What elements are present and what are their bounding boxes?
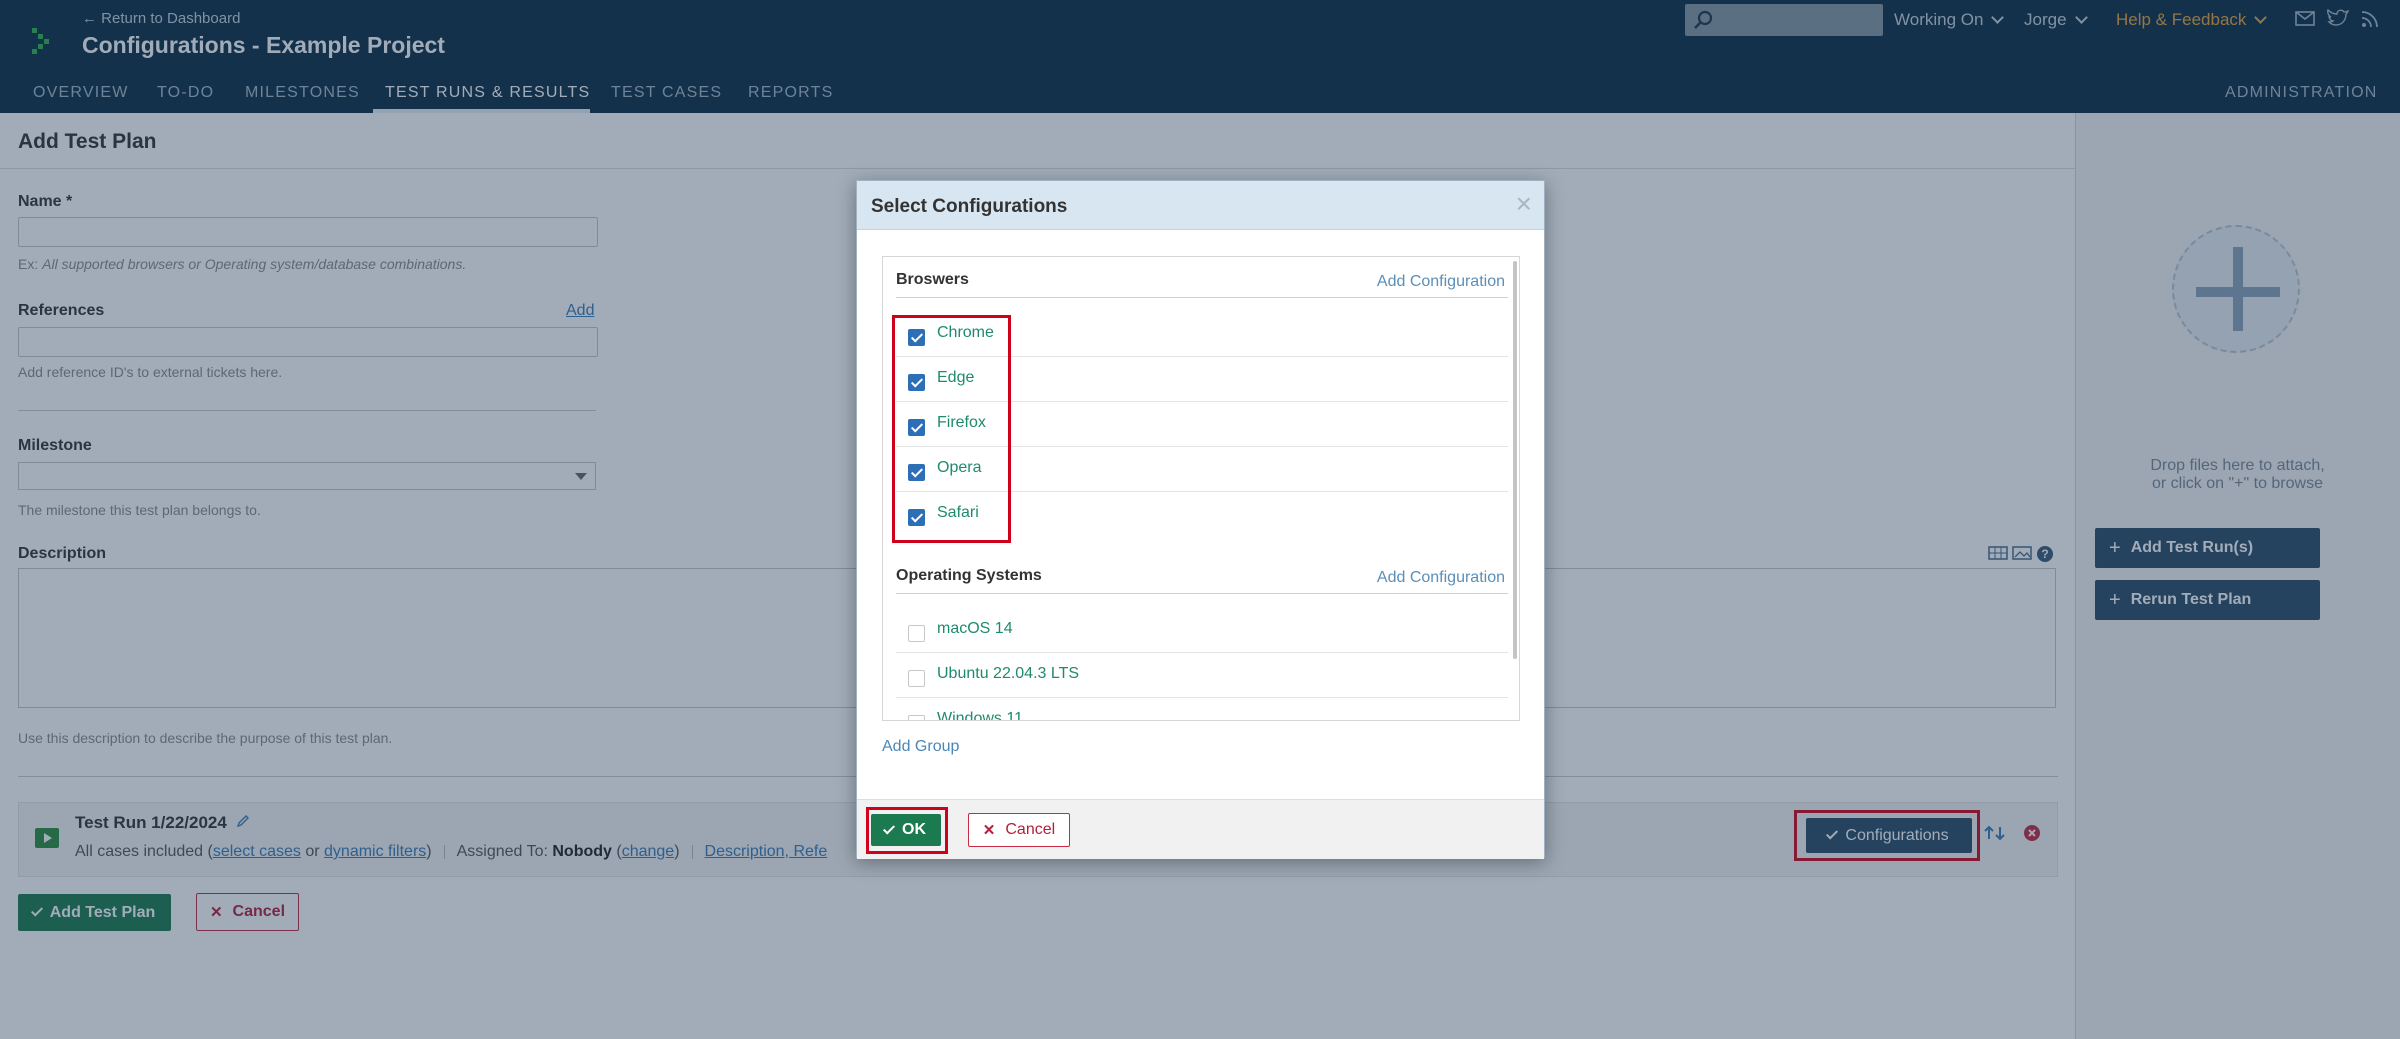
config-item-opera[interactable]: Opera: [896, 447, 1508, 492]
config-label[interactable]: Chrome: [937, 324, 994, 342]
config-item-macos-14[interactable]: macOS 14: [896, 608, 1508, 653]
dialog-footer: OK ✕ Cancel: [857, 799, 1544, 859]
checkbox[interactable]: [908, 419, 925, 436]
checkbox[interactable]: [908, 464, 925, 481]
config-item-safari[interactable]: Safari: [896, 492, 1508, 537]
config-label[interactable]: Windows 11: [937, 710, 1023, 720]
checkbox[interactable]: [908, 509, 925, 526]
checkbox[interactable]: [908, 374, 925, 391]
config-label[interactable]: Firefox: [937, 414, 986, 432]
add-configuration-browsers-link[interactable]: Add Configuration: [1377, 273, 1505, 291]
config-label[interactable]: macOS 14: [937, 620, 1013, 638]
config-item-firefox[interactable]: Firefox: [896, 402, 1508, 447]
scrollbar[interactable]: [1513, 261, 1517, 659]
select-configurations-dialog: Select Configurations × Broswers Add Con…: [856, 180, 1545, 859]
checkbox[interactable]: [908, 715, 925, 720]
config-label[interactable]: Ubuntu 22.04.3 LTS: [937, 665, 1079, 683]
add-configuration-os-link[interactable]: Add Configuration: [1377, 569, 1505, 587]
divider: [896, 297, 1508, 298]
config-item-chrome[interactable]: Chrome: [896, 312, 1508, 357]
group-title-browsers: Broswers: [896, 271, 969, 288]
dialog-cancel-button[interactable]: ✕ Cancel: [968, 813, 1070, 847]
config-label[interactable]: Edge: [937, 369, 974, 387]
check-icon: [882, 821, 896, 835]
checkbox[interactable]: [908, 329, 925, 346]
add-group-link[interactable]: Add Group: [882, 738, 959, 756]
config-label[interactable]: Opera: [937, 459, 981, 477]
dialog-title: Select Configurations: [871, 196, 1068, 217]
group-title-operating-systems: Operating Systems: [896, 567, 1042, 584]
close-icon[interactable]: ×: [1516, 190, 1532, 218]
divider: [896, 593, 1508, 594]
config-item-edge[interactable]: Edge: [896, 357, 1508, 402]
config-item-windows-11[interactable]: Windows 11: [896, 698, 1508, 720]
ok-label: OK: [902, 821, 926, 838]
dialog-header: Select Configurations ×: [857, 181, 1544, 230]
checkbox[interactable]: [908, 625, 925, 642]
dialog-cancel-label: Cancel: [1005, 821, 1056, 838]
config-item-ubuntu[interactable]: Ubuntu 22.04.3 LTS: [896, 653, 1508, 698]
checkbox[interactable]: [908, 670, 925, 687]
close-icon: ✕: [982, 822, 996, 839]
config-label[interactable]: Safari: [937, 504, 979, 522]
ok-button[interactable]: OK: [871, 814, 941, 846]
configurations-panel: Broswers Add Configuration Chrome Edge F…: [882, 256, 1520, 721]
